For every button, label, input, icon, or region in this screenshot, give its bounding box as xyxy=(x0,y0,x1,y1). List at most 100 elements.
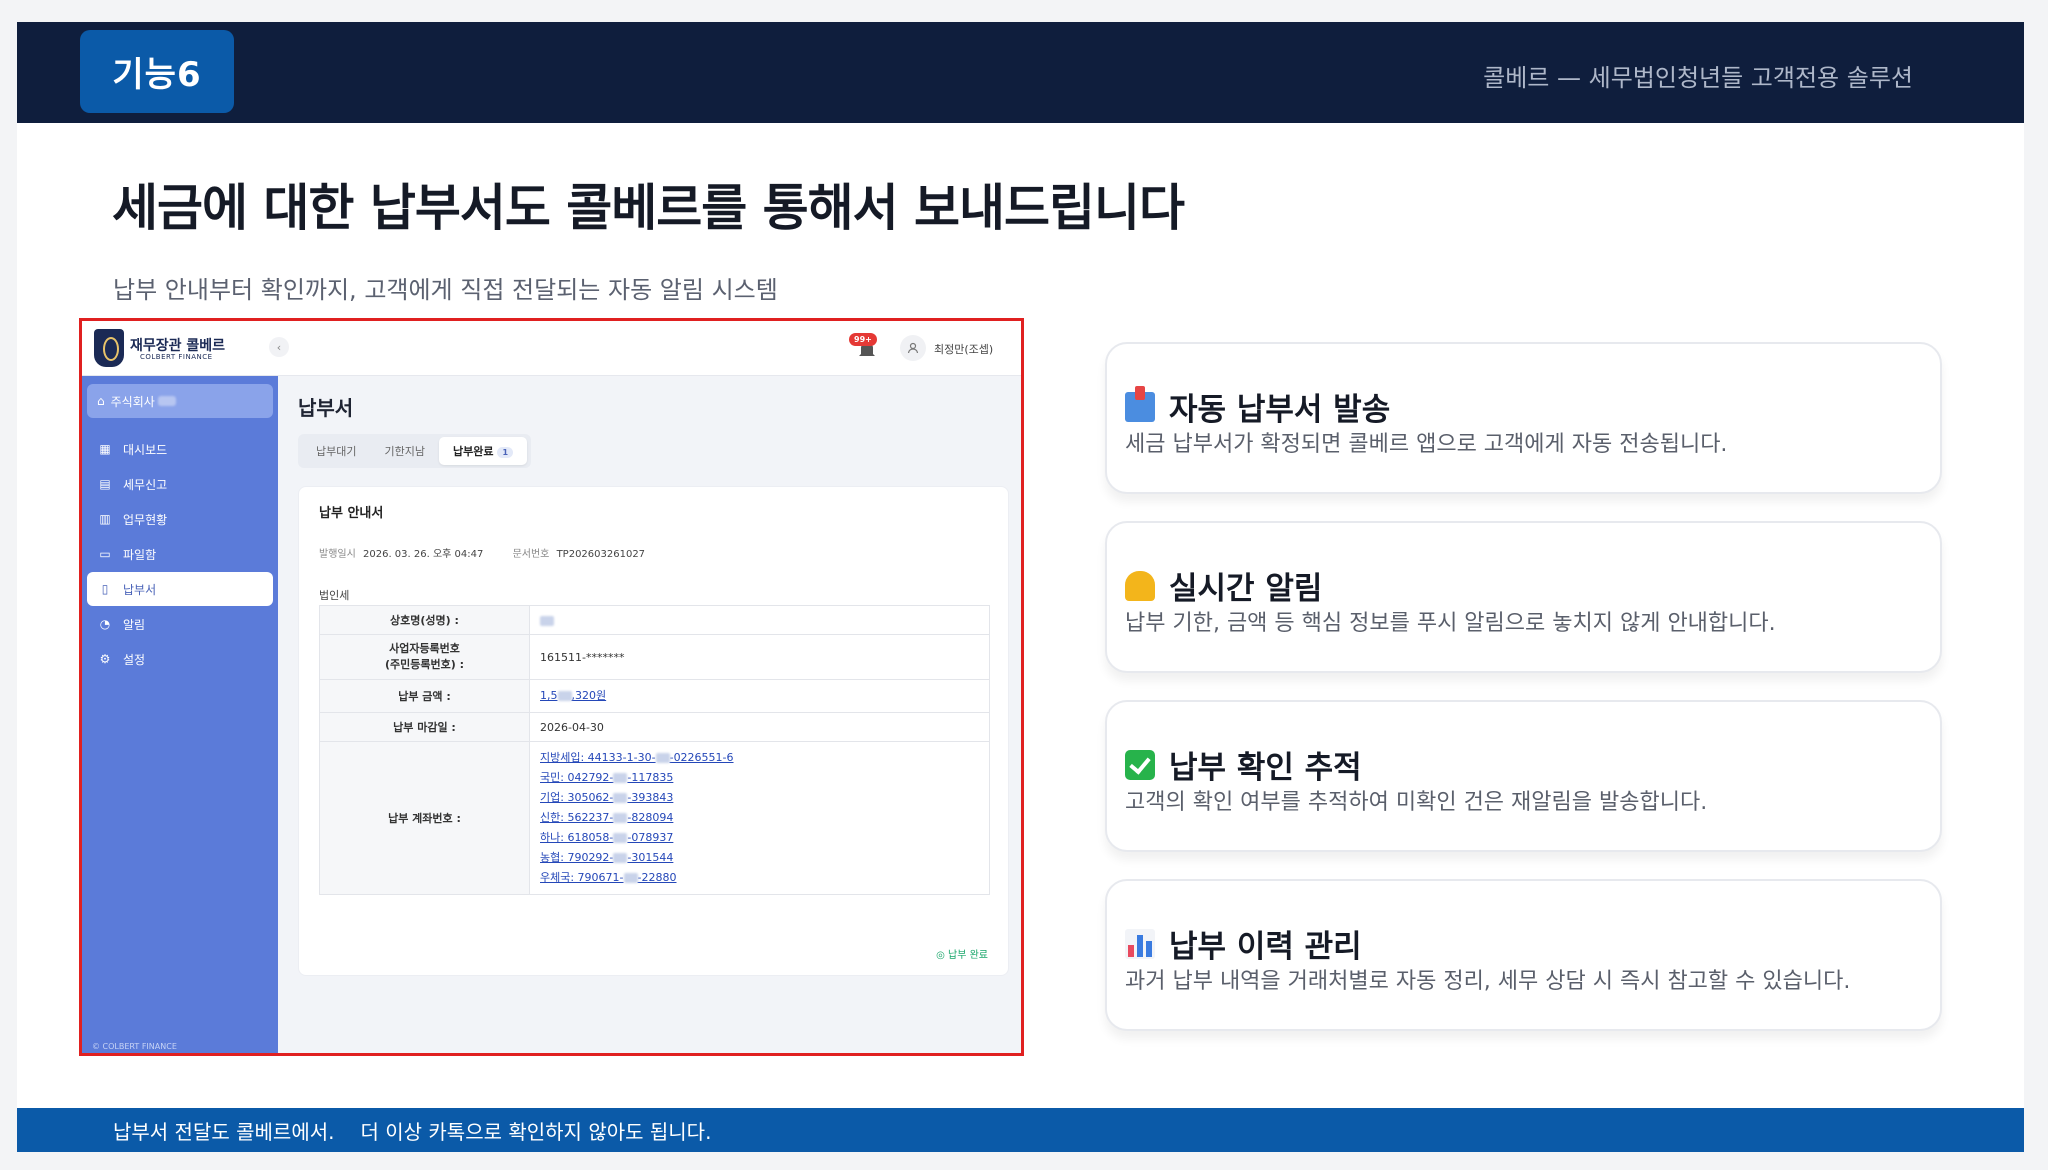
redacted-mask xyxy=(613,773,628,783)
feature-card-history: 납부 이력 관리 과거 납부 내역을 거래처별로 자동 정리, 세무 상담 시 … xyxy=(1105,879,1942,1031)
tab-label: 납부대기 xyxy=(316,445,357,458)
app-name: 재무장관 콜베르 xyxy=(130,338,226,354)
sidebar-item[interactable]: ▯ 납부서 xyxy=(87,572,273,606)
table-row: 상호명(성명) : xyxy=(319,605,990,635)
account-link[interactable]: 기업: 305062- -393843 xyxy=(540,788,979,808)
sidebar-item-label: 파일함 xyxy=(123,547,157,562)
tab[interactable]: 납부대기 xyxy=(302,437,370,465)
sidebar-item-label: 설정 xyxy=(123,652,146,667)
row-label: 사업자등록번호 (주민등록번호) : xyxy=(319,634,530,680)
headline: 세금에 대한 납부서도 콜베르를 통해서 보내드립니다 xyxy=(112,179,1185,237)
redacted-mask xyxy=(613,833,628,843)
feature-title: 실시간 알림 xyxy=(1169,571,1323,607)
row-label: 상호명(성명) : xyxy=(319,605,530,635)
notification-count-badge: 99+ xyxy=(849,333,877,346)
sidebar-nav: ▦ 대시보드 ▤ 세무신고 ▥ 업무현황 ▭ 파일함 ▯ 납부서 ◔ 알림 ⚙ 설정 xyxy=(87,432,273,677)
redacted-mask xyxy=(613,853,628,863)
dashboard-icon: ▦ xyxy=(99,442,111,456)
bar-chart-icon xyxy=(1125,928,1155,959)
sidebar-item[interactable]: ▤ 세무신고 xyxy=(87,467,273,501)
row-value: 161511-******* xyxy=(529,634,990,680)
redacted-mask xyxy=(540,615,554,626)
account-list: 지방세입: 44133-1-30- -0226551-6 국민: 042792- -1… xyxy=(529,741,990,895)
tab-label: 납부완료 xyxy=(452,445,494,458)
account-link[interactable]: 신한: 562237- -828094 xyxy=(540,808,979,828)
top-bar: 기능6 콜베르 — 세무법인청년들 고객전용 솔루션 xyxy=(17,22,2024,123)
company-selector[interactable]: ⌂ 주식회사 xyxy=(87,384,273,418)
redacted-mask xyxy=(557,691,572,701)
feature-card-auto-send: 자동 납부서 발송 세금 납부서가 확정되면 콜베르 앱으로 고객에게 자동 전… xyxy=(1105,342,1942,494)
redacted-mask xyxy=(613,813,628,823)
sidebar-item-label: 대시보드 xyxy=(123,442,168,457)
payment-notice-card: 납부 안내서 발행일시 2026. 03. 26. 오후 04:47 문서번호 … xyxy=(298,486,1009,976)
sidebar-item[interactable]: ◔ 알림 xyxy=(87,607,273,641)
page-title: 납부서 xyxy=(298,396,354,420)
gear-icon: ⚙ xyxy=(99,652,111,666)
sidebar-footer: © COLBERT FINANCE xyxy=(92,1042,177,1051)
subheadline: 납부 안내부터 확인까지, 고객에게 직접 전달되는 자동 알림 시스템 xyxy=(113,276,778,304)
check-circle-icon: ◎ xyxy=(936,950,945,961)
sidebar-item-label: 납부서 xyxy=(123,582,157,597)
check-mark-icon xyxy=(1125,749,1155,780)
sidebar-item-label: 업무현황 xyxy=(123,512,168,527)
table-row: 납부 금액 : 1,5,320원 xyxy=(319,679,990,713)
payment-amount-link[interactable]: 1,5,320원 xyxy=(540,686,979,706)
status-paid: ◎ 납부 완료 xyxy=(936,950,988,961)
tab-label: 기한지남 xyxy=(384,445,425,458)
tax-type-label: 법인세 xyxy=(319,589,350,602)
account-link[interactable]: 농협: 790292- -301544 xyxy=(540,848,979,868)
feature-title: 납부 이력 관리 xyxy=(1169,929,1362,965)
redacted-mask xyxy=(623,873,638,883)
redacted-mask xyxy=(613,793,628,803)
tab-count-badge: 1 xyxy=(497,447,514,458)
feature-card-realtime-alert: 실시간 알림 납부 기한, 금액 등 핵심 정보를 푸시 알림으로 놓치지 않게… xyxy=(1105,521,1942,673)
payment-detail-table: 상호명(성명) : 사업자등록번호 (주민등록번호) : 161511-****… xyxy=(319,605,990,895)
slide: 기능6 콜베르 — 세무법인청년들 고객전용 솔루션 세금에 대한 납부서도 콜… xyxy=(17,22,2024,1152)
row-label: 납부 계좌번호 : xyxy=(319,741,530,895)
tab[interactable]: 납부완료 1 xyxy=(438,437,528,465)
feature-desc: 고객의 확인 여부를 추적하여 미확인 건은 재알림을 발송합니다. xyxy=(1125,790,1708,815)
app-name-en: COLBERT FINANCE xyxy=(140,353,213,361)
feature-desc: 납부 기한, 금액 등 핵심 정보를 푸시 알림으로 놓치지 않게 안내합니다. xyxy=(1125,611,1776,636)
issued-value: 2026. 03. 26. 오후 04:47 xyxy=(363,549,484,560)
row-value xyxy=(529,605,990,635)
card-title: 납부 안내서 xyxy=(319,506,384,521)
user-name[interactable]: 최정만(조셉) xyxy=(934,341,993,357)
table-row: 사업자등록번호 (주민등록번호) : 161511-******* xyxy=(319,634,990,680)
bell-icon xyxy=(1125,570,1155,601)
company-name: 주식회사 xyxy=(110,394,155,409)
footer-bar: 납부서 전달도 콜베르에서. 더 이상 카톡으로 확인하지 않아도 됩니다. xyxy=(17,1108,2024,1152)
doc-number-label: 문서번호 xyxy=(512,549,550,560)
row-value: 2026-04-30 xyxy=(529,712,990,742)
sidebar-item[interactable]: ▦ 대시보드 xyxy=(87,432,273,466)
issued-label: 발행일시 xyxy=(319,549,356,560)
document-icon: ▯ xyxy=(101,582,109,596)
sidebar-item-label: 알림 xyxy=(123,617,146,632)
top-caption: 콜베르 — 세무법인청년들 고객전용 솔루션 xyxy=(1483,64,1913,92)
status-tabs: 납부대기 기한지남 납부완료 1 xyxy=(298,434,532,468)
building-icon: ⌂ xyxy=(97,394,105,408)
sidebar-item[interactable]: ⚙ 설정 xyxy=(87,642,273,676)
account-link[interactable]: 국민: 042792- -117835 xyxy=(540,768,979,788)
feature-title: 자동 납부서 발송 xyxy=(1169,392,1391,428)
folder-icon: ▭ xyxy=(99,547,111,561)
clipboard-icon: ▥ xyxy=(99,512,111,526)
account-link[interactable]: 우체국: 790671- -22880 xyxy=(540,868,979,888)
collapse-sidebar-button[interactable]: ‹ xyxy=(269,337,289,357)
bell-icon: ◔ xyxy=(99,617,111,631)
sidebar-item[interactable]: ▥ 업무현황 xyxy=(87,502,273,536)
sidebar-item[interactable]: ▭ 파일함 xyxy=(87,537,273,571)
row-label: 납부 금액 : xyxy=(319,679,530,713)
doc-number-value: TP202603261027 xyxy=(556,549,646,560)
footer-text-right: 더 이상 카톡으로 확인하지 않아도 됩니다. xyxy=(360,1119,712,1144)
app-header: 재무장관 콜베르 COLBERT FINANCE ‹ 99+ 최정만(조셉) xyxy=(82,321,1021,376)
account-link[interactable]: 하나: 618058- -078937 xyxy=(540,828,979,848)
redacted-mask xyxy=(157,396,176,406)
user-icon[interactable] xyxy=(900,335,926,361)
document-meta: 발행일시 2026. 03. 26. 오후 04:47 문서번호 TP20260… xyxy=(319,545,671,560)
feature-desc: 과거 납부 내역을 거래처별로 자동 정리, 세무 상담 시 즉시 참고할 수 … xyxy=(1125,969,1851,994)
feature-title: 납부 확인 추적 xyxy=(1169,750,1362,786)
logo-icon xyxy=(94,329,124,367)
account-link[interactable]: 지방세입: 44133-1-30- -0226551-6 xyxy=(540,748,979,768)
tab[interactable]: 기한지남 xyxy=(370,437,438,465)
